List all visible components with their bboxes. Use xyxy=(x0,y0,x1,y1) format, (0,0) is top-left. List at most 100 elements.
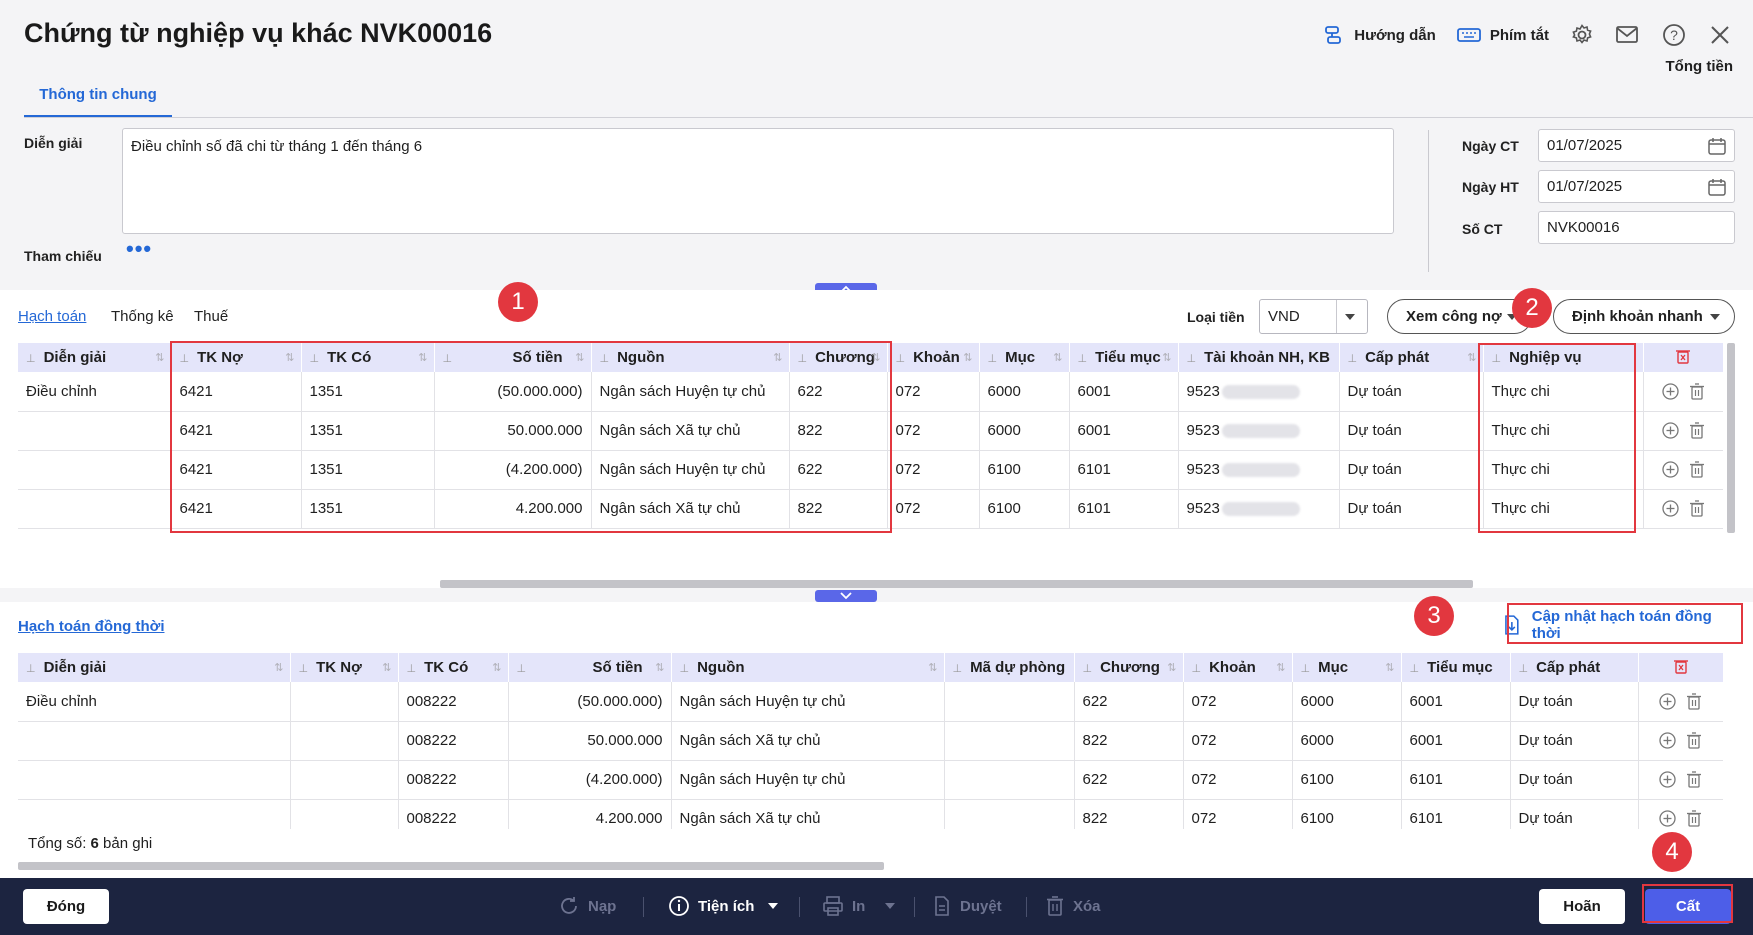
cell-amount[interactable]: 50.000.000 xyxy=(434,411,592,451)
column-header[interactable]: ⊥ Diễn giải ⇅ xyxy=(18,653,291,682)
cell-muc[interactable]: 6100 xyxy=(1292,760,1402,800)
help-icon[interactable]: ? xyxy=(1661,22,1687,48)
cell-chuong[interactable]: 622 xyxy=(789,450,888,490)
vertical-scrollbar[interactable] xyxy=(1727,343,1735,533)
date-ct-input[interactable]: 01/07/2025 xyxy=(1538,129,1735,162)
column-header[interactable]: ⊥ Số tiền ⇅ xyxy=(508,653,672,682)
cell-cap-phat[interactable]: Dự toán xyxy=(1339,489,1484,529)
cell-source[interactable]: Ngân sách Xã tự chủ xyxy=(671,721,945,761)
cell-khoan[interactable]: 072 xyxy=(1183,721,1293,761)
cell-cap-phat[interactable]: Dự toán xyxy=(1510,682,1639,722)
date-ht-input[interactable]: 01/07/2025 xyxy=(1538,170,1735,203)
tab-thue[interactable]: Thuế xyxy=(194,308,228,325)
cell-cap-phat[interactable]: Dự toán xyxy=(1510,799,1639,829)
cell-tieu-muc[interactable]: 6001 xyxy=(1401,721,1511,761)
column-header[interactable]: ⊥ Tiểu mục ⇅ xyxy=(1069,343,1179,372)
cancel-button[interactable]: Hoãn xyxy=(1539,889,1625,924)
gear-icon[interactable] xyxy=(1569,22,1595,48)
cell-amount[interactable]: 50.000.000 xyxy=(508,721,672,761)
calendar-icon[interactable] xyxy=(1707,177,1727,201)
column-header[interactable]: ⊥ Nguồn ⇅ xyxy=(671,653,945,682)
cell-chuong[interactable]: 822 xyxy=(1074,799,1184,829)
cell-tk-co[interactable]: 1351 xyxy=(301,411,435,451)
cell-tk-co[interactable]: 008222 xyxy=(398,682,509,722)
cell-tieu-muc[interactable]: 6101 xyxy=(1401,799,1511,829)
cell-amount[interactable]: 4.200.000 xyxy=(508,799,672,829)
reload-button[interactable]: Nạp xyxy=(558,895,616,917)
cell-source[interactable]: Ngân sách Xã tự chủ xyxy=(591,489,790,529)
cell-description[interactable]: Điều chỉnh xyxy=(18,372,172,412)
add-row-icon[interactable] xyxy=(1659,810,1676,827)
column-header[interactable]: ⊥ Chương ⇅ xyxy=(1074,653,1184,682)
column-header[interactable]: ⊥ TK Nợ ⇅ xyxy=(290,653,399,682)
cell-bank-account[interactable]: 9523 xyxy=(1178,411,1340,451)
utility-menu-button[interactable]: Tiện ích xyxy=(668,895,779,917)
cell-description[interactable] xyxy=(18,721,291,761)
table-row[interactable]: Điều chỉnh 6421 1351 (50.000.000) Ngân s… xyxy=(18,372,1723,412)
mail-icon[interactable] xyxy=(1615,22,1641,48)
cell-description[interactable] xyxy=(18,760,291,800)
trash-icon[interactable] xyxy=(1689,383,1705,400)
column-header[interactable]: ⊥ Khoản ⇅ xyxy=(887,343,980,372)
cell-tk-co[interactable]: 008222 xyxy=(398,799,509,829)
cell-muc[interactable]: 6000 xyxy=(979,372,1070,412)
reference-more-button[interactable]: ••• xyxy=(126,236,152,262)
cell-amount[interactable]: 4.200.000 xyxy=(434,489,592,529)
table-row[interactable]: 6421 1351 4.200.000 Ngân sách Xã tự chủ … xyxy=(18,489,1723,529)
add-row-icon[interactable] xyxy=(1659,732,1676,749)
tab-hach-toan-dong-thoi[interactable]: Hạch toán đồng thời xyxy=(18,618,164,635)
cell-nghiep-vu[interactable]: Thực chi xyxy=(1483,450,1644,490)
add-row-icon[interactable] xyxy=(1659,693,1676,710)
column-header[interactable]: ⊥ Nguồn ⇅ xyxy=(591,343,790,372)
table-row[interactable]: 008222 50.000.000 Ngân sách Xã tự chủ 82… xyxy=(18,721,1723,761)
column-header[interactable]: ⊥ Cấp phát ⇅ xyxy=(1339,343,1484,372)
column-header[interactable]: ⊥ TK Có ⇅ xyxy=(398,653,509,682)
column-header[interactable]: ⊥ Chương ⇅ xyxy=(789,343,888,372)
column-header[interactable]: ⊥ Cấp phát xyxy=(1510,653,1639,682)
trash-icon[interactable] xyxy=(1686,693,1702,710)
update-concurrent-button[interactable]: Cập nhật hạch toán đồng thời xyxy=(1480,606,1742,644)
cell-khoan[interactable]: 072 xyxy=(1183,760,1293,800)
column-header[interactable]: ⊥ Mục ⇅ xyxy=(1292,653,1402,682)
cell-khoan[interactable]: 072 xyxy=(1183,799,1293,829)
cell-bank-account[interactable]: 9523 xyxy=(1178,372,1340,412)
save-button[interactable]: Cất xyxy=(1645,889,1731,924)
cell-nghiep-vu[interactable]: Thực chi xyxy=(1483,489,1644,529)
cell-tieu-muc[interactable]: 6101 xyxy=(1401,760,1511,800)
column-header[interactable]: ⊥ TK Có ⇅ xyxy=(301,343,435,372)
column-header[interactable]: ⊥ Khoản ⇅ xyxy=(1183,653,1293,682)
cell-description[interactable] xyxy=(18,799,291,829)
tab-hach-toan[interactable]: Hạch toán xyxy=(18,308,86,325)
cell-bank-account[interactable]: 9523 xyxy=(1178,450,1340,490)
table-row[interactable]: Điều chỉnh 008222 (50.000.000) Ngân sách… xyxy=(18,682,1723,722)
column-header[interactable]: ⊥ Tài khoản NH, KB xyxy=(1178,343,1340,372)
cell-amount[interactable]: (50.000.000) xyxy=(434,372,592,412)
cell-tk-no[interactable]: 6421 xyxy=(171,372,302,412)
cell-tk-no[interactable] xyxy=(290,760,399,800)
calendar-icon[interactable] xyxy=(1707,136,1727,160)
cell-tk-co[interactable]: 1351 xyxy=(301,489,435,529)
column-header[interactable]: ⊥ Nghiệp vụ xyxy=(1483,343,1644,372)
trash-icon[interactable] xyxy=(1689,500,1705,517)
trash-icon[interactable] xyxy=(1686,810,1702,827)
cell-tk-no[interactable]: 6421 xyxy=(171,411,302,451)
cell-chuong[interactable]: 622 xyxy=(789,372,888,412)
add-row-icon[interactable] xyxy=(1661,461,1679,478)
trash-icon[interactable] xyxy=(1686,771,1702,788)
delete-button[interactable]: Xóa xyxy=(1045,895,1101,917)
cell-tk-no[interactable]: 6421 xyxy=(171,450,302,490)
cell-tieu-muc[interactable]: 6101 xyxy=(1069,489,1179,529)
cell-description[interactable] xyxy=(18,411,172,451)
cell-tieu-muc[interactable]: 6101 xyxy=(1069,450,1179,490)
column-header[interactable]: ⊥ Số tiền ⇅ xyxy=(434,343,592,372)
add-row-icon[interactable] xyxy=(1661,500,1679,517)
cell-muc[interactable]: 6000 xyxy=(1292,682,1402,722)
cell-amount[interactable]: (50.000.000) xyxy=(508,682,672,722)
cell-chuong[interactable]: 822 xyxy=(789,489,888,529)
cell-ma-du-phong[interactable] xyxy=(944,760,1075,800)
quick-entry-button[interactable]: Định khoản nhanh xyxy=(1553,299,1735,334)
cell-source[interactable]: Ngân sách Xã tự chủ xyxy=(591,411,790,451)
cell-description[interactable] xyxy=(18,489,172,529)
trash-icon[interactable] xyxy=(1689,461,1705,478)
view-debt-button[interactable]: Xem công nợ xyxy=(1387,299,1532,334)
